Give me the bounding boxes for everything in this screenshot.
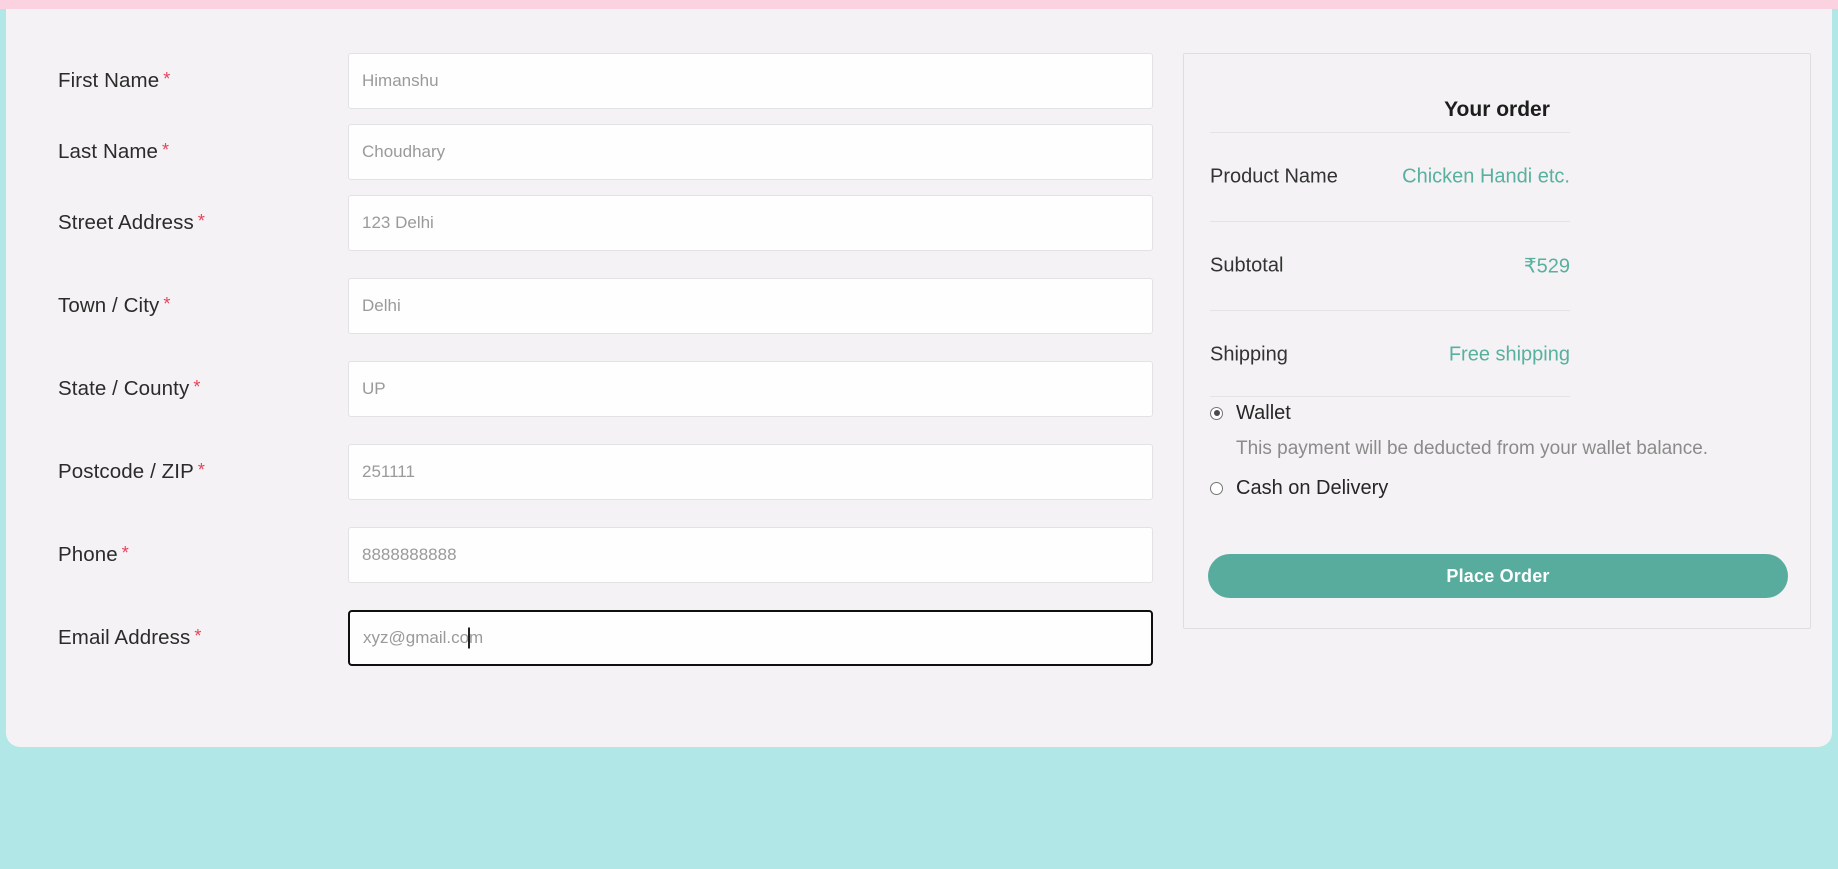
- order-label-product-name: Product Name: [1210, 165, 1338, 188]
- required-asterisk: *: [193, 377, 201, 397]
- order-row-product-name: Product Name Chicken Handi etc.: [1210, 132, 1570, 221]
- order-value-product-name: Chicken Handi etc.: [1402, 165, 1570, 188]
- required-asterisk: *: [121, 543, 129, 563]
- input-first-name[interactable]: [348, 53, 1153, 109]
- label-text-first-name: First Name: [58, 69, 160, 92]
- label-first-name: First Name *: [58, 69, 170, 93]
- top-accent-strip: [0, 0, 1838, 9]
- order-summary-rows: Product Name Chicken Handi etc. Subtotal…: [1210, 132, 1570, 399]
- input-postcode-zip[interactable]: [348, 444, 1153, 500]
- required-asterisk: *: [163, 294, 171, 314]
- label-street-address: Street Address *: [58, 211, 205, 235]
- payment-option-wallet[interactable]: Wallet: [1210, 398, 1788, 428]
- required-asterisk: *: [197, 211, 205, 231]
- payment-description-wallet: This payment will be deducted from your …: [1236, 438, 1709, 459]
- form-row-street-address: Street Address *: [6, 195, 1153, 251]
- place-order-button[interactable]: Place Order: [1208, 554, 1788, 598]
- input-phone[interactable]: [348, 527, 1153, 583]
- input-town-city[interactable]: [348, 278, 1153, 334]
- payment-methods-group: Wallet This payment will be deducted fro…: [1210, 398, 1788, 506]
- label-text-state-county: State / County: [58, 377, 190, 400]
- label-text-postcode-zip: Postcode / ZIP: [58, 460, 194, 483]
- form-row-state-county: State / County *: [6, 361, 1153, 417]
- form-row-email-address: Email Address *: [6, 610, 1153, 666]
- order-row-subtotal: Subtotal ₹529: [1210, 221, 1570, 310]
- text-cursor: [468, 627, 470, 649]
- input-last-name[interactable]: [348, 124, 1153, 180]
- payment-label-wallet: Wallet: [1236, 401, 1291, 424]
- payment-label-cash-on-delivery: Cash on Delivery: [1236, 477, 1389, 500]
- form-row-town-city: Town / City *: [6, 278, 1153, 334]
- radio-wallet-icon[interactable]: [1210, 406, 1223, 420]
- label-text-street-address: Street Address: [58, 211, 194, 234]
- label-text-town-city: Town / City: [58, 294, 160, 317]
- label-town-city: Town / City *: [58, 294, 170, 318]
- order-row-shipping: Shipping Free shipping: [1210, 310, 1570, 399]
- order-label-subtotal: Subtotal: [1210, 254, 1284, 277]
- label-last-name: Last Name *: [58, 140, 169, 164]
- radio-cash-on-delivery-icon[interactable]: [1210, 482, 1223, 496]
- label-text-email-address: Email Address: [58, 626, 191, 649]
- payment-option-cash-on-delivery[interactable]: Cash on Delivery: [1210, 474, 1788, 504]
- order-summary-panel: Your order Product Name Chicken Handi et…: [1183, 53, 1811, 629]
- billing-details-form: First Name* Last Name* Street Address* T…: [6, 9, 1153, 747]
- form-row-last-name: Last Name *: [6, 124, 1153, 180]
- required-asterisk: *: [194, 626, 202, 646]
- form-row-postcode-zip: Postcode / ZIP *: [6, 444, 1153, 500]
- input-state-county[interactable]: [348, 361, 1153, 417]
- checkout-page-card: First Name* Last Name* Street Address* T…: [6, 9, 1832, 747]
- required-asterisk: *: [163, 69, 171, 89]
- label-text-phone: Phone: [58, 543, 118, 566]
- form-row-first-name: First Name *: [6, 53, 1153, 109]
- required-asterisk: *: [197, 460, 205, 480]
- label-text-last-name: Last Name: [58, 140, 159, 163]
- label-email-address: Email Address *: [58, 626, 201, 650]
- order-value-subtotal: ₹529: [1523, 255, 1570, 278]
- form-row-phone: Phone *: [6, 527, 1153, 583]
- payment-section-divider: [1210, 396, 1570, 397]
- input-street-address[interactable]: [348, 195, 1153, 251]
- order-summary-title: Your order: [1444, 98, 1550, 121]
- order-value-shipping: Free shipping: [1448, 343, 1570, 366]
- label-postcode-zip: Postcode / ZIP *: [58, 460, 205, 484]
- required-asterisk: *: [162, 140, 170, 160]
- label-state-county: State / County *: [58, 377, 200, 401]
- label-phone: Phone *: [58, 543, 129, 567]
- order-label-shipping: Shipping: [1210, 343, 1288, 366]
